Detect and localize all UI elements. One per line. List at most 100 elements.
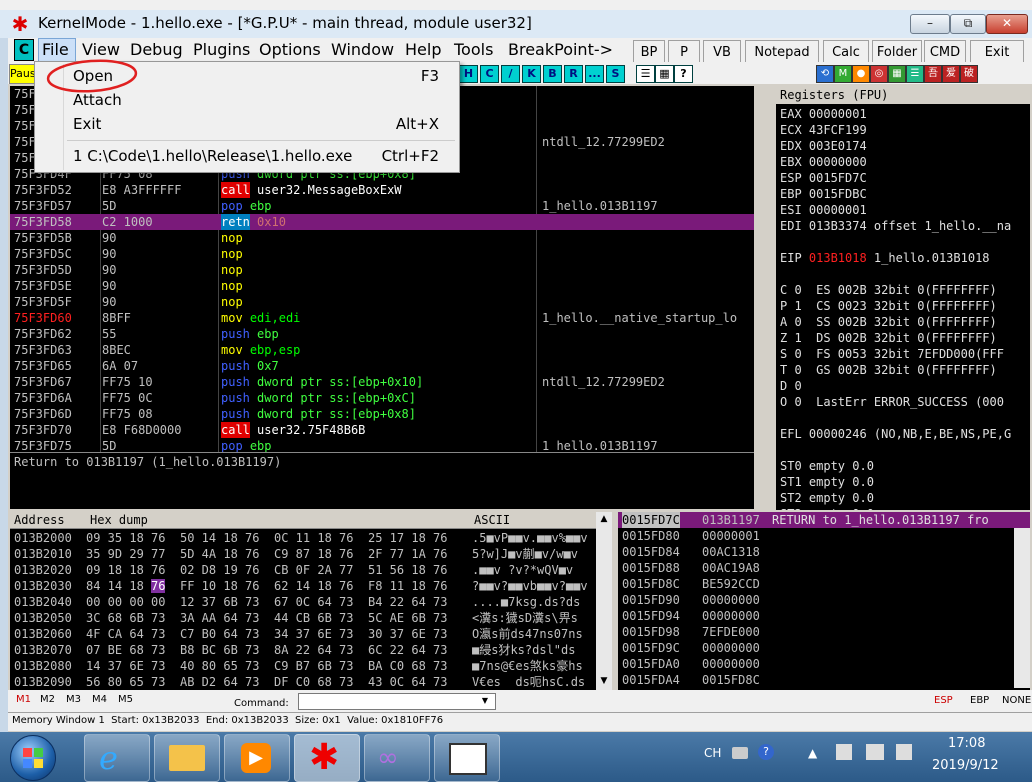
- disasm-row[interactable]: 75F3FD58 C2 1000 retn 0x10: [10, 214, 754, 230]
- none-button[interactable]: NONE: [1002, 695, 1031, 706]
- m4-tab[interactable]: M4: [92, 694, 107, 705]
- disasm-row[interactable]: 75F3FD6D FF75 08 push dword ptr ss:[ebp+0x…: [10, 406, 754, 422]
- menu-plugins[interactable]: Plugins: [193, 40, 250, 59]
- disasm-row[interactable]: 75F3FD5B 90 nop: [10, 230, 754, 246]
- m3-tab[interactable]: M3: [66, 694, 81, 705]
- dump-row[interactable]: 013B2040 00 00 00 00 12 37 6B 73 67 0C 64 7…: [10, 594, 596, 610]
- disasm-row[interactable]: 75F3FD5F 90 nop: [10, 294, 754, 310]
- dump-row[interactable]: 013B2030 84 14 18 76 FF 10 18 76 62 14 18 7…: [10, 578, 596, 594]
- media-player-taskbar-icon[interactable]: ▶: [224, 734, 290, 782]
- minimize-button[interactable]: –: [910, 14, 950, 34]
- record-icon[interactable]: ●: [852, 65, 870, 83]
- registers-pane[interactable]: Registers (FPU) EAX 00000001 ECX 43FCF199…: [776, 86, 1030, 510]
- stack-row[interactable]: 0015FD8C BE592CCD: [618, 576, 1030, 592]
- disasm-row[interactable]: 75F3FD75 5D pop ebp 1_hello.013B1197: [10, 438, 754, 452]
- dump-row[interactable]: 013B2050 3C 68 6B 73 3A AA 64 73 44 CB 6B 7…: [10, 610, 596, 626]
- menu-options[interactable]: Options: [259, 40, 321, 59]
- window-icon[interactable]: ▦: [888, 65, 906, 83]
- app-taskbar-icon[interactable]: [434, 734, 500, 782]
- stack-pane[interactable]: 0015FD7C 013B1197 RETURN to 1_hello.013B11…: [618, 512, 1030, 690]
- disasm-row[interactable]: 75F3FD6A FF75 0C push dword ptr ss:[ebp+0x…: [10, 390, 754, 406]
- stack-scrollbar[interactable]: [1014, 528, 1030, 688]
- stack-row[interactable]: 0015FD98 7EFDE000: [618, 624, 1030, 640]
- disasm-row[interactable]: 75F3FD62 55 push ebp: [10, 326, 754, 342]
- dump-row[interactable]: 013B2060 4F CA 64 73 C7 B0 64 73 34 37 6E 7…: [10, 626, 596, 642]
- disasm-row[interactable]: 75F3FD60 8BFF mov edi,edi 1_hello.__native_…: [10, 310, 754, 326]
- ie-taskbar-icon[interactable]: e: [84, 734, 150, 782]
- esp-button[interactable]: ESP: [934, 695, 953, 706]
- dump-header-ascii[interactable]: ASCII: [470, 512, 596, 529]
- disasm-row[interactable]: 75F3FD52 E8 A3FFFFFF call user32.MessageBo…: [10, 182, 754, 198]
- stack-row[interactable]: 0015FD94 00000000: [618, 608, 1030, 624]
- stack-row[interactable]: 0015FD9C 00000000: [618, 640, 1030, 656]
- disasm-row[interactable]: 75F3FD5D 90 nop: [10, 262, 754, 278]
- toolbar-dots-button[interactable]: ...: [585, 65, 604, 83]
- clock-date[interactable]: 2019/9/12: [932, 758, 999, 773]
- visual-studio-taskbar-icon[interactable]: ∞: [364, 734, 430, 782]
- grid-view-icon[interactable]: ▦: [655, 65, 674, 83]
- stack-row[interactable]: 0015FD80 00000001: [618, 528, 1030, 544]
- debugger-taskbar-icon[interactable]: ✱: [294, 734, 360, 782]
- toolbar-r-button[interactable]: R: [564, 65, 583, 83]
- disasm-row[interactable]: 75F3FD67 FF75 10 push dword ptr ss:[ebp+0x…: [10, 374, 754, 390]
- language-indicator[interactable]: CH: [704, 746, 721, 760]
- help-icon[interactable]: ?: [674, 65, 693, 83]
- hex-dump-pane[interactable]: Address Hex dump ASCII 013B2000 09 35 18 …: [10, 512, 596, 690]
- dump-row[interactable]: 013B2070 07 BE 68 73 B8 BC 6B 73 8A 22 64 7…: [10, 642, 596, 658]
- m2-tab[interactable]: M2: [40, 694, 55, 705]
- start-button[interactable]: [10, 735, 56, 781]
- help-tray-icon[interactable]: ?: [758, 744, 774, 760]
- stack-row[interactable]: 0015FDA0 00000000: [618, 656, 1030, 672]
- m1-tab[interactable]: M1: [16, 694, 31, 705]
- clock-time[interactable]: 17:08: [948, 736, 985, 751]
- list-view-icon[interactable]: ☰: [636, 65, 655, 83]
- scroll-up-icon[interactable]: ▲: [598, 514, 610, 526]
- target-icon[interactable]: ◎: [870, 65, 888, 83]
- disasm-row[interactable]: 75F3FD5E 90 nop: [10, 278, 754, 294]
- toolbar-c-button[interactable]: C: [480, 65, 499, 83]
- menu-window[interactable]: Window: [331, 40, 394, 59]
- chevron-down-icon[interactable]: ▼: [478, 694, 492, 707]
- memory-icon[interactable]: M: [834, 65, 852, 83]
- stack-row[interactable]: 0015FD88 00AC19A8: [618, 560, 1030, 576]
- dump-row[interactable]: 013B2020 09 18 18 76 02 D8 19 76 CB 0F 2A 7…: [10, 562, 596, 578]
- dump-scrollbar[interactable]: ▲ ▼: [596, 512, 612, 690]
- stack-row[interactable]: 0015FD90 00000000: [618, 592, 1030, 608]
- po-icon[interactable]: 破: [960, 65, 978, 83]
- list-icon[interactable]: ☰: [906, 65, 924, 83]
- dump-header-hex[interactable]: Hex dump: [86, 512, 471, 529]
- flag-icon[interactable]: [836, 744, 852, 760]
- menu-item-recent-file[interactable]: 1 C:\Code\1.hello\Release\1.hello.exe Ct…: [35, 144, 459, 168]
- dump-row[interactable]: 013B2080 14 37 6E 73 40 80 65 73 C9 B7 6B 7…: [10, 658, 596, 674]
- ebp-button[interactable]: EBP: [970, 695, 989, 706]
- disasm-row[interactable]: 75F3FD5C 90 nop: [10, 246, 754, 262]
- explorer-taskbar-icon[interactable]: [154, 734, 220, 782]
- toolbar-slash-button[interactable]: /: [501, 65, 520, 83]
- ai-icon[interactable]: 爱: [942, 65, 960, 83]
- disasm-row[interactable]: 75F3FD65 6A 07 push 0x7: [10, 358, 754, 374]
- disasm-row[interactable]: 75F3FD70 E8 F68D0000 call user32.75F48B6B: [10, 422, 754, 438]
- scroll-down-icon[interactable]: ▼: [598, 676, 610, 688]
- network-icon[interactable]: [866, 744, 884, 760]
- toolbar-k-button[interactable]: K: [522, 65, 541, 83]
- stack-row[interactable]: 0015FDA4 0015FD8C: [618, 672, 1030, 688]
- close-button[interactable]: ✕: [986, 14, 1028, 34]
- command-input[interactable]: [298, 693, 496, 710]
- menu-breakpoint[interactable]: BreakPoint->: [508, 40, 613, 59]
- volume-icon[interactable]: [896, 744, 912, 760]
- toolbar-h-button[interactable]: H: [459, 65, 478, 83]
- toolbar-s-button[interactable]: S: [606, 65, 625, 83]
- m5-tab[interactable]: M5: [118, 694, 133, 705]
- menu-item-exit[interactable]: Exit Alt+X: [35, 112, 459, 136]
- cpu-window-button[interactable]: C: [14, 39, 34, 61]
- refresh-icon[interactable]: ⟲: [816, 65, 834, 83]
- dump-row[interactable]: 013B2000 09 35 18 76 50 14 18 76 0C 11 18 7…: [10, 530, 596, 546]
- stack-row[interactable]: 0015FD7C 013B1197 RETURN to 1_hello.013B11…: [618, 512, 1030, 528]
- disasm-row[interactable]: 75F3FD63 8BEC mov ebp,esp: [10, 342, 754, 358]
- dump-header-address[interactable]: Address: [10, 512, 87, 529]
- keyboard-icon[interactable]: [732, 747, 748, 759]
- menu-tools[interactable]: Tools: [454, 40, 493, 59]
- tray-expand-icon[interactable]: ▲: [808, 746, 817, 760]
- maximize-button[interactable]: ⧉: [950, 14, 986, 34]
- dump-row[interactable]: 013B2010 35 9D 29 77 5D 4A 18 76 C9 87 18 7…: [10, 546, 596, 562]
